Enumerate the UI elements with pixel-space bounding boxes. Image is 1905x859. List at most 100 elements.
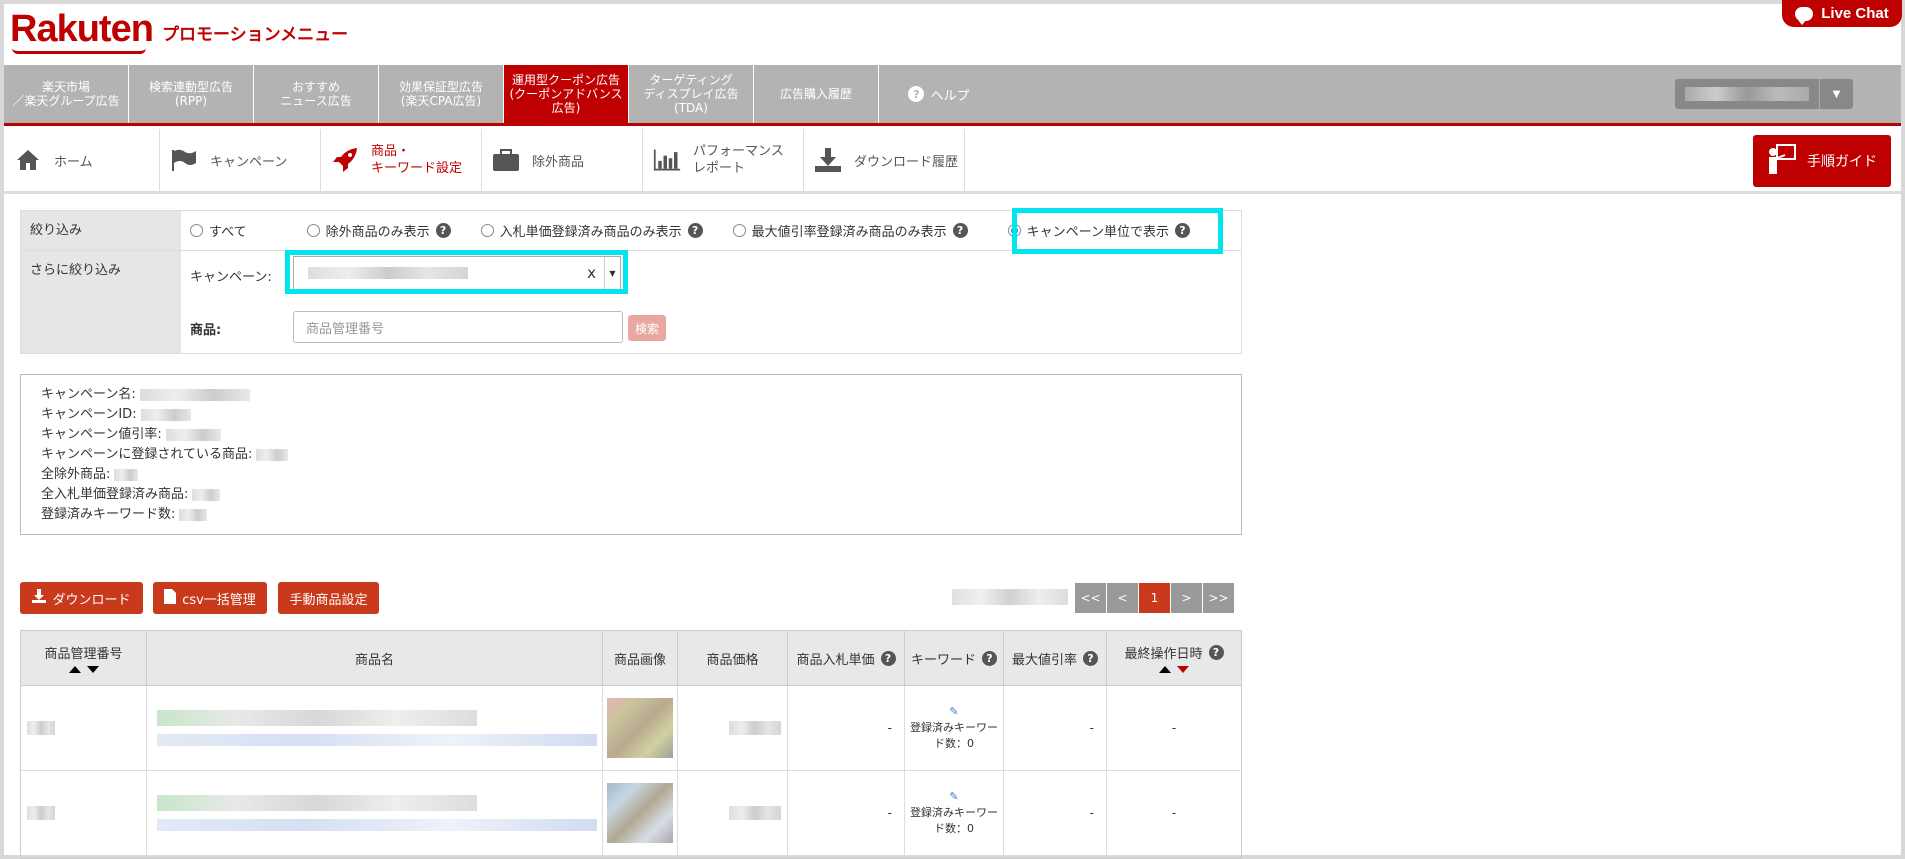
filter-label-2: さらに絞り込み [21, 251, 181, 353]
blurred-value [179, 509, 208, 521]
radio-circle[interactable] [732, 224, 746, 237]
blurred-value [192, 489, 221, 501]
blurred-value [140, 409, 191, 421]
radio-label: 入札単価登録済み商品のみ表示 [499, 225, 682, 240]
sort-down-icon[interactable] [86, 666, 99, 673]
info-campaign-id: キャンペーンID: [41, 407, 137, 422]
chevron-down-icon: ▼ [1819, 79, 1853, 109]
cell-product-name[interactable] [147, 686, 603, 770]
cell-product-image[interactable] [603, 686, 678, 770]
product-label: 商品: [190, 323, 222, 338]
topnav-tda[interactable]: ターゲティング ディスプレイ広告 (TDA) [629, 65, 754, 123]
help-icon[interactable]: ? [1208, 645, 1224, 660]
live-chat-button[interactable]: Live Chat [1782, 0, 1902, 27]
help-icon[interactable]: ? [1083, 650, 1098, 666]
subnav-product-keyword[interactable]: 商品・ キーワード設定 [321, 129, 482, 191]
radio-circle[interactable] [306, 224, 320, 237]
page-last-button[interactable]: >> [1203, 583, 1235, 613]
subnav-campaign[interactable]: キャンペーン [160, 129, 321, 191]
download-icon [814, 148, 842, 172]
subnav-label: ホーム [54, 154, 93, 170]
col-product-image: 商品画像 [603, 631, 678, 685]
info-campaign-discount: キャンペーン値引率: [41, 427, 162, 442]
edit-icon[interactable]: ✎ [949, 704, 958, 720]
sort-up-icon[interactable] [1159, 666, 1171, 673]
guide-label: 手順ガイド [1807, 154, 1877, 170]
help-icon: ? [908, 86, 925, 102]
subnav-label: 商品・ キーワード設定 [371, 144, 463, 176]
help-icon[interactable]: ? [952, 223, 968, 238]
radio-circle[interactable] [480, 224, 494, 237]
rocket-icon [331, 148, 359, 172]
sort-up-icon[interactable] [68, 666, 81, 673]
pagination: << < 1 > >> [1075, 583, 1235, 613]
topnav-cpa[interactable]: 効果保証型広告 (楽天CPA広告) [379, 65, 504, 123]
topnav-coupon-advance[interactable]: 運用型クーポン広告 (クーポンアドバンス 広告) [504, 65, 629, 123]
pager-info-blurred [952, 589, 1068, 605]
cell-keyword[interactable]: ✎ 登録済みキーワー ド数：0 [905, 686, 1004, 770]
help-label: ヘルプ [930, 88, 970, 104]
keyword-count: 登録済みキーワー ド数：0 [910, 806, 998, 835]
col-last-operated[interactable]: 最終操作日時? [1107, 631, 1241, 685]
info-keyword-count: 登録済みキーワード数: [41, 507, 176, 522]
cell-product-id [21, 771, 147, 855]
subnav-home[interactable]: ホーム [4, 129, 160, 191]
search-button[interactable]: 検索 [628, 315, 666, 341]
guide-button[interactable]: 手順ガイド [1753, 135, 1891, 187]
table-header: 商品管理番号 商品名 商品画像 商品価格 商品入札単価? キーワード? 最大値引… [21, 631, 1241, 686]
help-icon[interactable]: ? [435, 223, 451, 238]
manual-product-button[interactable]: 手動商品設定 [278, 582, 379, 614]
csv-manage-button[interactable]: csv一括管理 [153, 582, 267, 614]
col-label: 最大値引率 [1011, 652, 1077, 668]
col-price: 商品価格 [678, 631, 788, 685]
subnav-excluded[interactable]: 除外商品 [482, 129, 643, 191]
page-prev-button[interactable]: < [1107, 583, 1139, 613]
sort-down-icon[interactable] [1177, 666, 1189, 673]
radio-excluded-only[interactable]: 除外商品のみ表示 ? [306, 221, 451, 240]
topnav-help[interactable]: ? ヘルプ [879, 65, 999, 123]
highlight-campaign-select [285, 250, 628, 294]
topnav-rpp[interactable]: 検索連動型広告 (RPP) [129, 65, 254, 123]
product-search-input[interactable]: 商品管理番号 [293, 311, 623, 343]
cell-product-name[interactable] [147, 771, 603, 855]
topnav-purchase-history[interactable]: 広告購入履歴 [754, 65, 879, 123]
product-table: 商品管理番号 商品名 商品画像 商品価格 商品入札単価? キーワード? 最大値引… [20, 630, 1242, 859]
download-icon [32, 589, 47, 607]
blurred-value [165, 429, 221, 441]
page-first-button[interactable]: << [1075, 583, 1107, 613]
col-label: キーワード [910, 652, 976, 668]
download-label: ダウンロード [52, 592, 131, 608]
radio-all[interactable]: すべて [190, 221, 247, 240]
briefcase-icon [492, 148, 520, 172]
help-icon[interactable]: ? [982, 650, 997, 666]
cell-last-operated: - [1171, 806, 1177, 820]
page-current[interactable]: 1 [1139, 583, 1171, 613]
highlight-campaign-radio [1012, 208, 1223, 254]
subnav-label: パフォーマンス レポート [693, 144, 784, 176]
help-icon[interactable]: ? [687, 223, 703, 238]
subnav-download-history[interactable]: ダウンロード履歴 [804, 129, 965, 191]
download-button[interactable]: ダウンロード [20, 582, 143, 614]
account-name-blurred [1685, 87, 1809, 101]
cell-price [678, 771, 788, 855]
radio-max-discount-registered[interactable]: 最大値引率登録済み商品のみ表示 ? [732, 221, 968, 240]
subnav-label: 除外商品 [532, 154, 585, 170]
cell-bid: - [788, 686, 905, 770]
rakuten-logo[interactable]: Rakuten [10, 8, 154, 51]
col-product-id[interactable]: 商品管理番号 [21, 631, 147, 685]
page-next-button[interactable]: > [1171, 583, 1203, 613]
cell-keyword[interactable]: ✎ 登録済みキーワー ド数：0 [905, 771, 1004, 855]
topnav-rakuten-group-ads[interactable]: 楽天市場 ／楽天グループ広告 [4, 65, 129, 123]
subnav-performance-report[interactable]: パフォーマンス レポート [643, 129, 804, 191]
topnav-news-ads[interactable]: おすすめ ニュース広告 [254, 65, 379, 123]
cell-product-image[interactable] [603, 771, 678, 855]
file-icon [164, 588, 177, 608]
radio-label: すべて [209, 225, 247, 240]
help-icon[interactable]: ? [880, 650, 896, 666]
radio-circle[interactable] [190, 224, 203, 237]
radio-bid-registered[interactable]: 入札単価登録済み商品のみ表示 ? [480, 221, 703, 240]
cell-bid: - [788, 771, 905, 855]
account-dropdown[interactable]: ▼ [1675, 79, 1853, 109]
edit-icon[interactable]: ✎ [949, 789, 958, 805]
cell-max-discount: - [1004, 686, 1107, 770]
